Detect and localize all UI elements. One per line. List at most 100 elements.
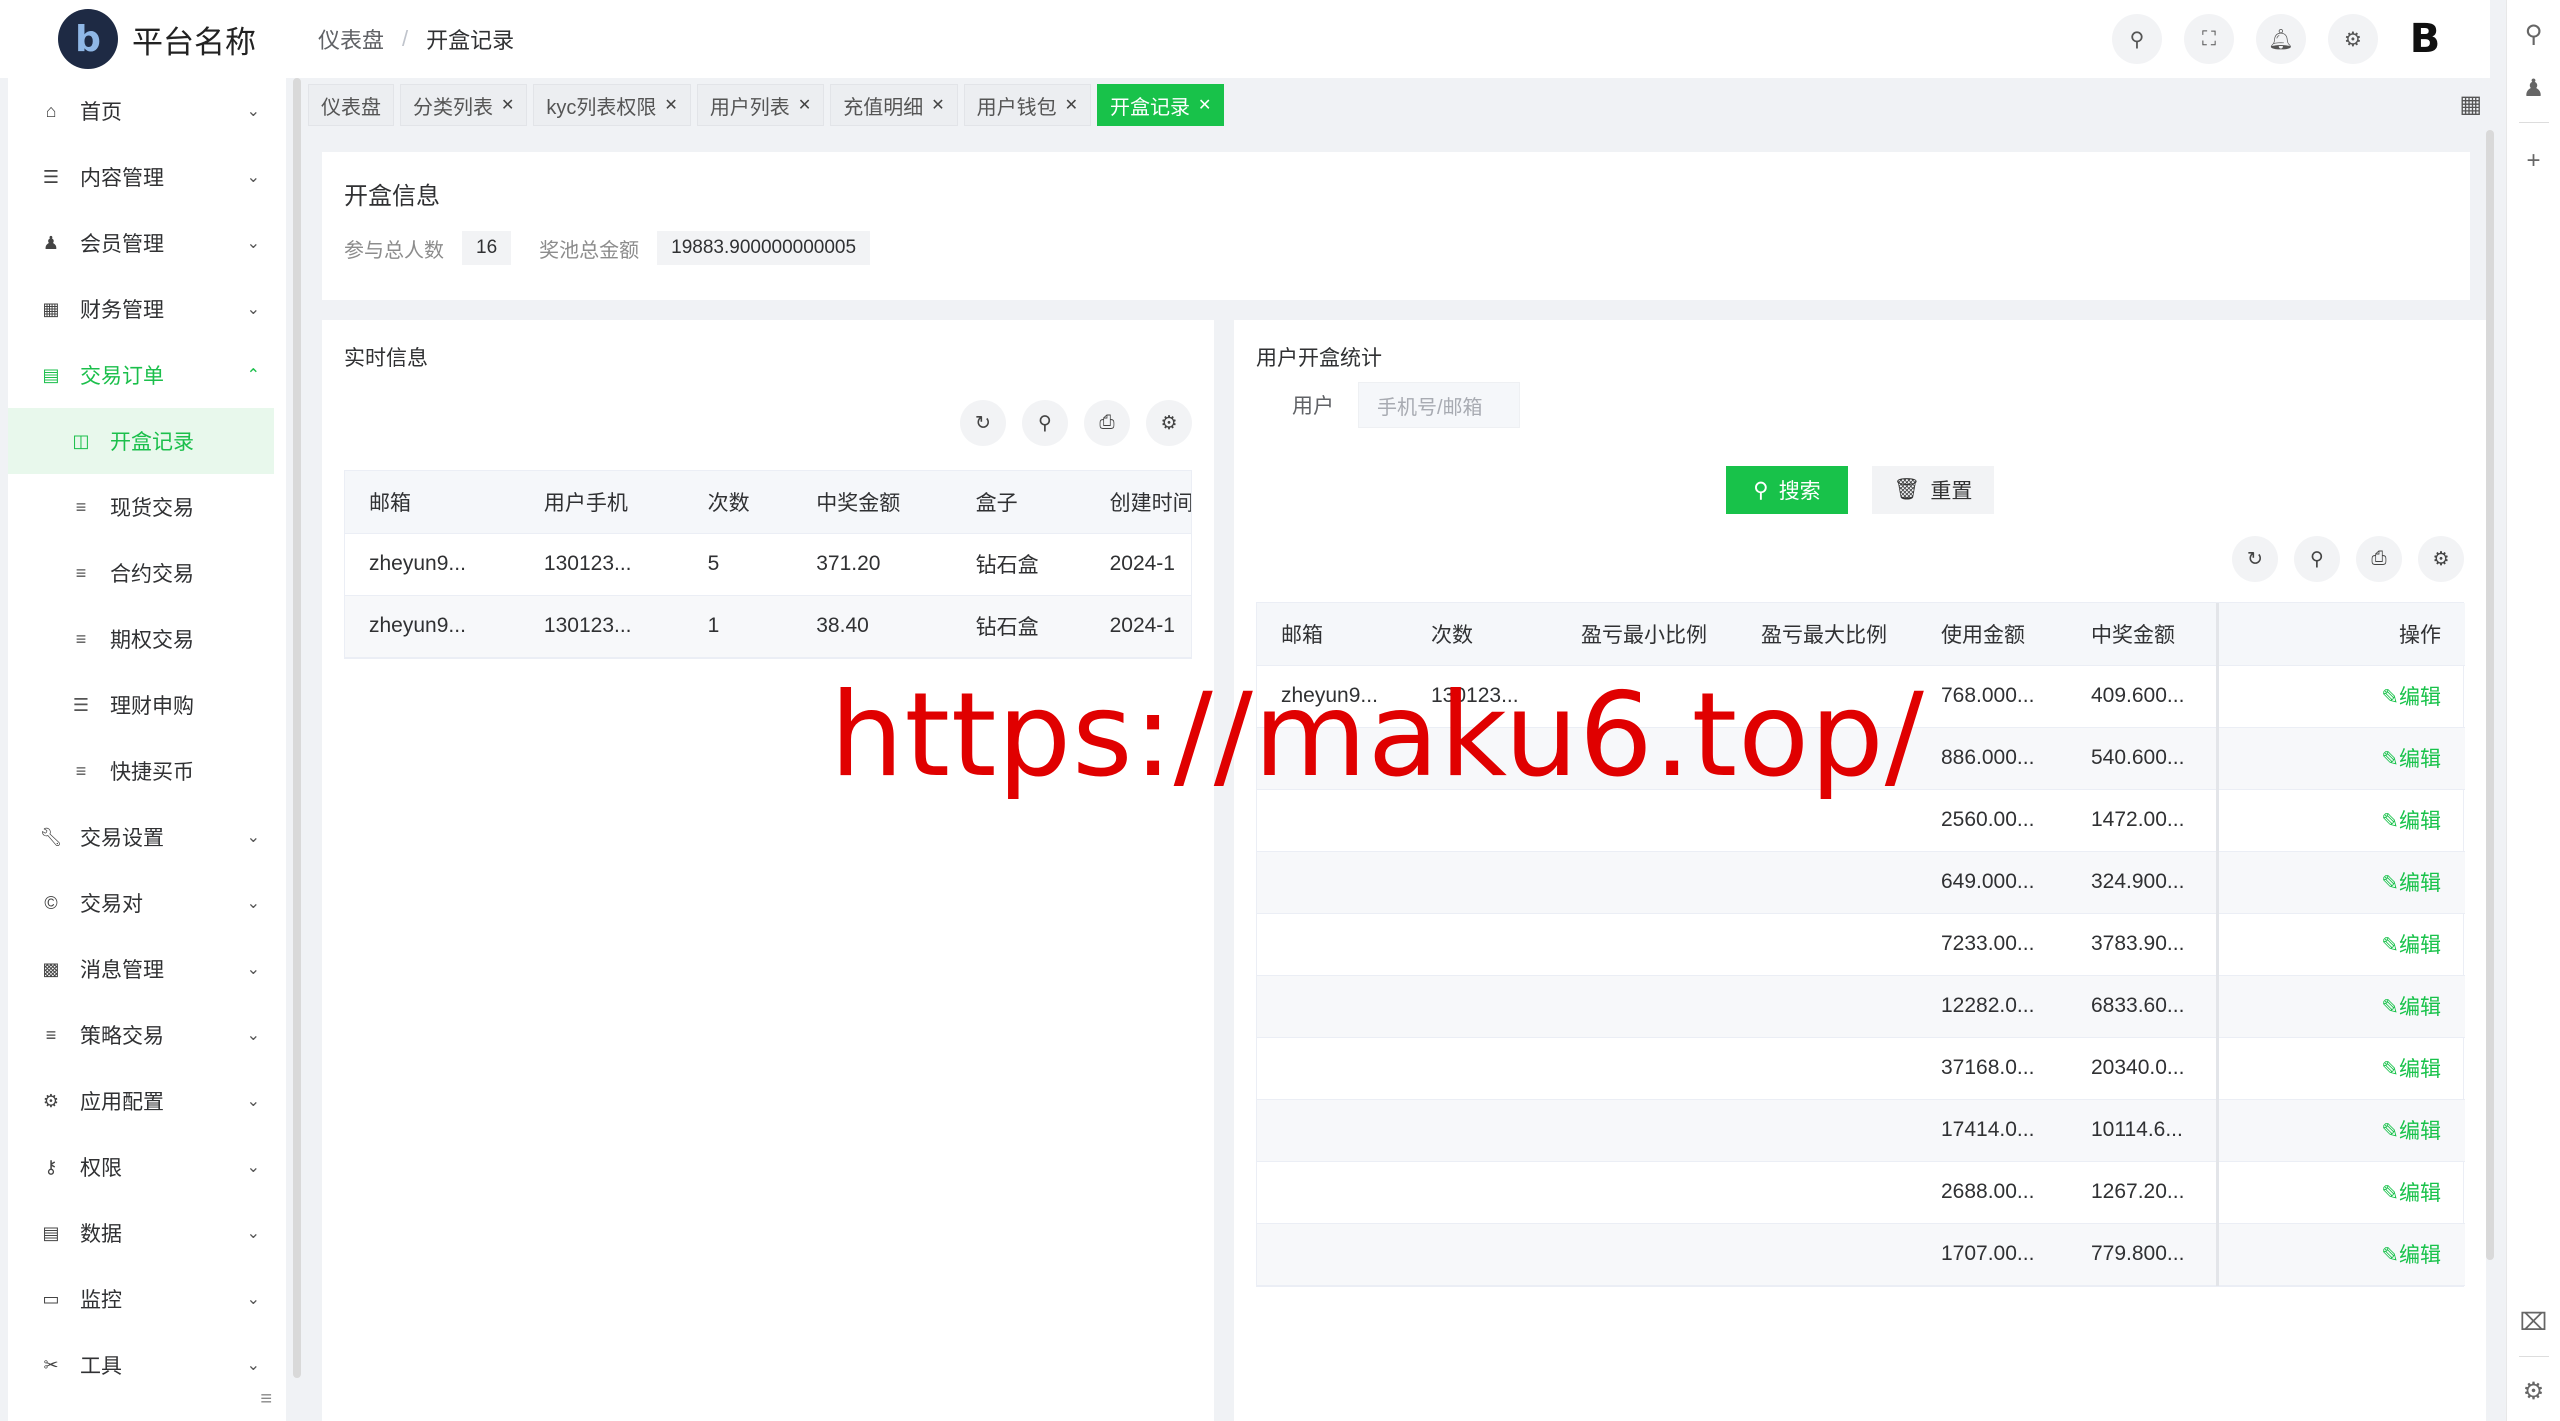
column-header[interactable]: 邮箱: [345, 471, 520, 534]
screenshot-icon[interactable]: ⌧: [2514, 1302, 2554, 1342]
chevron-up-icon: ⌃: [246, 367, 260, 384]
table-header-row: 邮箱 用户手机 次数 中奖金额 盒子 创建时间: [345, 471, 1191, 534]
column-header[interactable]: 邮箱: [1257, 603, 1407, 666]
sidebar-item-permissions[interactable]: ⚷ 权限 ⌄: [8, 1134, 286, 1200]
edit-button[interactable]: ✎编辑: [2381, 686, 2441, 709]
edit-icon: ✎: [2381, 748, 2399, 771]
close-icon[interactable]: ✕: [931, 95, 944, 115]
table-row[interactable]: 37168.0... 20340.0... ✎编辑: [1257, 1037, 2465, 1100]
bell-icon[interactable]: 🔔︎: [2256, 14, 2306, 64]
sidebar-subitem-contract[interactable]: ≡ 合约交易: [8, 540, 286, 606]
sidebar-scrollbar[interactable]: [293, 78, 301, 1378]
search-button[interactable]: ⚲ 搜索: [1726, 466, 1848, 514]
column-header[interactable]: 创建时间: [1085, 471, 1191, 534]
gear-icon[interactable]: ⚙: [2418, 536, 2464, 582]
column-header[interactable]: 盒子: [951, 471, 1086, 534]
fullscreen-icon[interactable]: ⛶: [2184, 14, 2234, 64]
tab-category-list[interactable]: 分类列表 ✕: [400, 84, 528, 126]
reset-button[interactable]: 🗑︎ 重置: [1872, 466, 1994, 514]
edit-button[interactable]: ✎编辑: [2381, 1182, 2441, 1205]
table-row[interactable]: 12282.0... 6833.60... ✎编辑: [1257, 975, 2465, 1038]
column-header[interactable]: 中奖金额: [2067, 603, 2217, 666]
column-header[interactable]: 盈亏最小比例: [1557, 603, 1737, 666]
sidebar-subitem-quick-buy[interactable]: ≡ 快捷买币: [8, 738, 286, 804]
column-header[interactable]: 中奖金额: [792, 471, 952, 534]
sidebar-item-messages[interactable]: ▩ 消息管理 ⌄: [8, 936, 286, 1002]
edit-button[interactable]: ✎编辑: [2381, 996, 2441, 1019]
tab-user-list[interactable]: 用户列表 ✕: [696, 84, 825, 126]
chevron-down-icon: ⌄: [246, 169, 260, 186]
sidebar-item-trade-pairs[interactable]: © 交易对 ⌄: [8, 870, 286, 936]
table-row[interactable]: 7233.00... 3783.90... ✎编辑: [1257, 913, 2465, 976]
breadcrumb-dashboard[interactable]: 仪表盘: [318, 23, 384, 55]
search-icon[interactable]: ⚲: [2112, 14, 2162, 64]
add-icon[interactable]: +: [2514, 141, 2554, 181]
gear-icon[interactable]: ⚙: [1146, 400, 1192, 446]
tab-box-records[interactable]: 开盒记录 ✕: [1097, 84, 1225, 126]
sidebar-item-content[interactable]: ☰ 内容管理 ⌄: [8, 144, 286, 210]
sidebar-subitem-options[interactable]: ≡ 期权交易: [8, 606, 286, 672]
table-row[interactable]: 1707.00... 779.800... ✎编辑: [1257, 1223, 2465, 1286]
close-icon[interactable]: ✕: [664, 95, 677, 115]
sidebar-item-tools[interactable]: ✂ 工具 ⌄: [8, 1332, 286, 1398]
gear-icon[interactable]: ⚙: [2328, 14, 2378, 64]
list-icon: ☰: [72, 694, 90, 715]
column-header[interactable]: 次数: [683, 471, 793, 534]
tab-kyc-permissions[interactable]: kyc列表权限 ✕: [533, 84, 691, 126]
sidebar-item-monitor[interactable]: ▭ 监控 ⌄: [8, 1266, 286, 1332]
user-search-input[interactable]: 手机号/邮箱: [1358, 382, 1520, 428]
sidebar-subitem-box-records[interactable]: ◫ 开盒记录: [8, 408, 274, 474]
search-icon[interactable]: ⚲: [2294, 536, 2340, 582]
config-icon: ⚙: [42, 1090, 60, 1111]
profile-icon[interactable]: ♟: [2514, 68, 2554, 108]
table-row[interactable]: 2688.00... 1267.20... ✎编辑: [1257, 1161, 2465, 1224]
sidebar-subitem-wealth[interactable]: ☰ 理财申购: [8, 672, 286, 738]
sidebar-item-members[interactable]: ♟ 会员管理 ⌄: [8, 210, 286, 276]
sidebar-item-data[interactable]: ▤ 数据 ⌄: [8, 1200, 286, 1266]
edit-button[interactable]: ✎编辑: [2381, 748, 2441, 771]
edit-button[interactable]: ✎编辑: [2381, 1244, 2441, 1267]
sidebar-subitem-spot[interactable]: ≡ 现货交易: [8, 474, 286, 540]
close-icon[interactable]: ✕: [501, 95, 514, 115]
realtime-title: 实时信息: [344, 347, 428, 370]
collapse-sidebar-icon[interactable]: ≡: [260, 1388, 272, 1411]
settings-icon[interactable]: ⚙: [2514, 1371, 2554, 1411]
column-header[interactable]: 盈亏最大比例: [1737, 603, 1917, 666]
close-icon[interactable]: ✕: [798, 95, 811, 115]
sidebar-item-trade-settings[interactable]: 🔧︎ 交易设置 ⌄: [8, 804, 286, 870]
refresh-icon[interactable]: ↻: [960, 400, 1006, 446]
table-row[interactable]: 649.000... 324.900... ✎编辑: [1257, 851, 2465, 914]
edit-button[interactable]: ✎编辑: [2381, 810, 2441, 833]
table-row[interactable]: zheyun9... 130123... 1 38.40 钻石盒 2024-1: [345, 595, 1191, 658]
search-icon[interactable]: ⚲: [1022, 400, 1068, 446]
brand-icon[interactable]: B: [2400, 14, 2450, 64]
edit-icon: ✎: [2381, 1120, 2399, 1143]
edit-button[interactable]: ✎编辑: [2381, 934, 2441, 957]
logo[interactable]: b 平台名称: [0, 9, 300, 69]
print-icon[interactable]: ⎙: [1084, 400, 1130, 446]
table-row[interactable]: 17414.0... 10114.6... ✎编辑: [1257, 1099, 2465, 1162]
column-header[interactable]: 次数: [1407, 603, 1557, 666]
sidebar-item-home[interactable]: ⌂ 首页 ⌄: [8, 78, 286, 144]
refresh-icon[interactable]: ↻: [2232, 536, 2278, 582]
sidebar-item-finance[interactable]: ▦ 财务管理 ⌄: [8, 276, 286, 342]
tab-recharge-details[interactable]: 充值明细 ✕: [830, 84, 958, 126]
close-icon[interactable]: ✕: [1198, 95, 1211, 115]
main-scrollbar[interactable]: [2486, 130, 2494, 1260]
column-header[interactable]: 用户手机: [519, 471, 684, 534]
close-icon[interactable]: ✕: [1065, 95, 1078, 115]
edit-button[interactable]: ✎编辑: [2381, 872, 2441, 895]
tab-user-wallet[interactable]: 用户钱包 ✕: [963, 84, 1092, 126]
sidebar-item-orders[interactable]: ▤ 交易订单 ⌃: [8, 342, 286, 408]
sidebar-item-strategy[interactable]: ≡ 策略交易 ⌄: [8, 1002, 286, 1068]
edit-button[interactable]: ✎编辑: [2381, 1120, 2441, 1143]
tab-dashboard[interactable]: 仪表盘: [308, 84, 394, 126]
table-row[interactable]: zheyun9... 130123... 5 371.20 钻石盒 2024-1: [345, 533, 1191, 596]
wrench-icon: 🔧︎: [39, 826, 63, 847]
print-icon[interactable]: ⎙: [2356, 536, 2402, 582]
column-header[interactable]: 使用金额: [1917, 603, 2067, 666]
edit-button[interactable]: ✎编辑: [2381, 1058, 2441, 1081]
search-icon[interactable]: ⚲: [2514, 14, 2554, 54]
sidebar-item-app-config[interactable]: ⚙ 应用配置 ⌄: [8, 1068, 286, 1134]
grid-icon[interactable]: ▦: [2459, 90, 2482, 119]
